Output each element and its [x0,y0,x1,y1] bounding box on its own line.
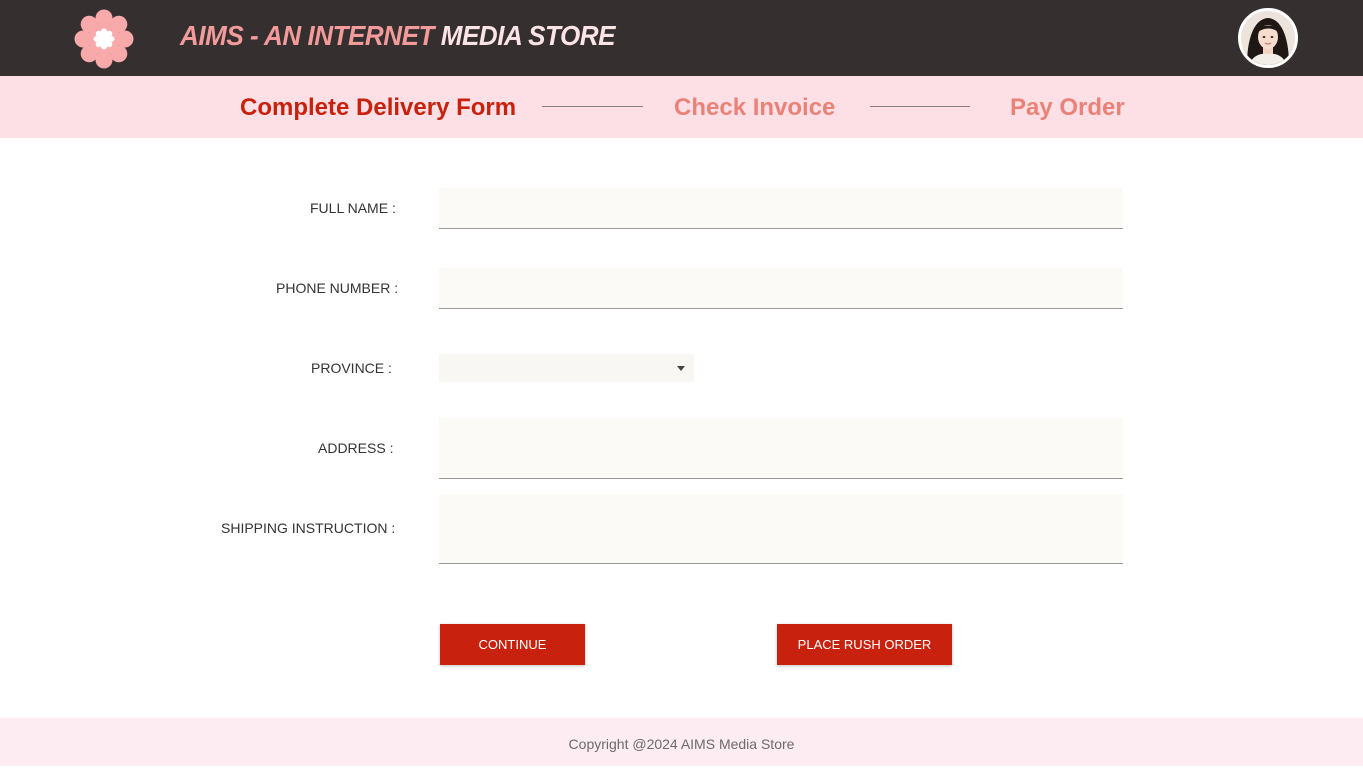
step-complete-delivery-form[interactable]: Complete Delivery Form [240,93,516,123]
shipping-instruction-label: SHIPPING INSTRUCTION : [221,520,396,536]
address-label: ADDRESS : [318,440,394,456]
province-label: PROVINCE : [311,360,392,376]
step-pay-order[interactable]: Pay Order [1010,93,1125,123]
step-connector-line [870,106,970,107]
phone-number-input[interactable] [439,268,1123,309]
app-title-part-2: MEDIA STORE [440,20,616,51]
continue-button[interactable]: CONTINUE [440,624,585,665]
copyright-text: Copyright @2024 AIMS Media Store [568,736,795,752]
app-title: AIMS - AN INTERNET MEDIA STORE [180,20,615,52]
app-title-part-1: AIMS - AN INTERNET [180,20,441,51]
user-avatar[interactable] [1238,8,1298,68]
step-connector-line [542,106,643,107]
phone-number-label: PHONE NUMBER : [276,280,399,296]
step-check-invoice[interactable]: Check Invoice [674,93,835,123]
shipping-instruction-textarea[interactable] [439,494,1123,564]
full-name-label: FULL NAME : [310,200,396,216]
address-textarea[interactable] [439,418,1123,479]
footer: Copyright @2024 AIMS Media Store [0,718,1363,766]
top-header-bar: AIMS - AN INTERNET MEDIA STORE [0,0,1363,76]
full-name-input[interactable] [439,188,1123,229]
flower-logo-icon[interactable] [72,7,136,71]
chevron-down-icon [677,366,685,371]
province-dropdown[interactable] [439,354,694,382]
place-rush-order-button[interactable]: PLACE RUSH ORDER [777,624,952,665]
